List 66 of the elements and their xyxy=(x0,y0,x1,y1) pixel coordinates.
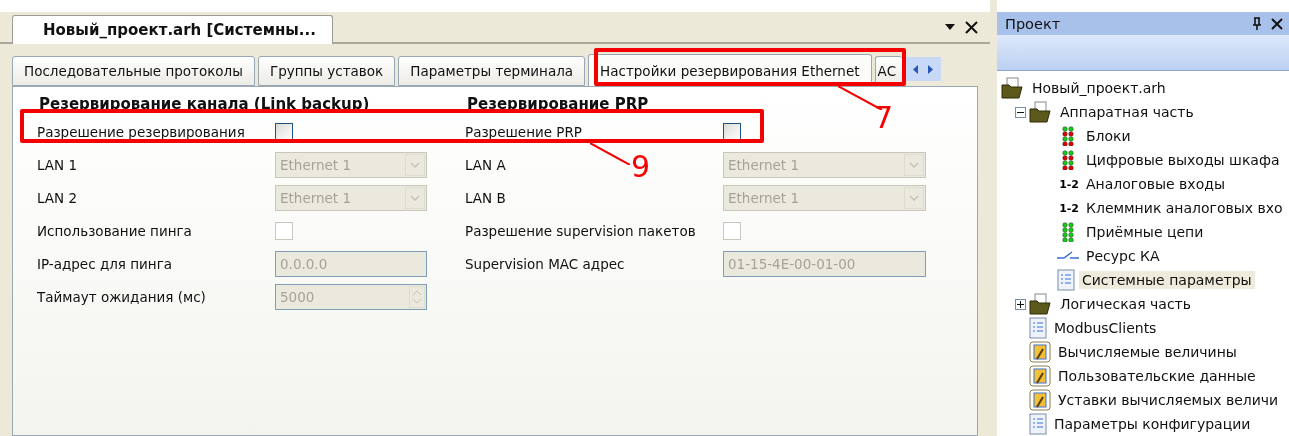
field-label: Supervision MAC адрес xyxy=(465,255,625,272)
leader-line xyxy=(590,143,630,165)
dropdown-arrow-icon[interactable] xyxy=(945,24,955,30)
folder-icon xyxy=(1001,77,1025,99)
field-label: LAN 2 xyxy=(37,189,78,206)
folder-icon xyxy=(1029,101,1053,123)
field-label: LAN B xyxy=(465,189,506,206)
section-heading: Резервирование PRP xyxy=(466,94,649,115)
chevron-down-icon xyxy=(410,194,420,201)
led-grid-icon xyxy=(1062,150,1074,170)
field-label: Разрешение supervision пакетов xyxy=(465,222,696,239)
tree-item[interactable]: ModbusClients xyxy=(1051,319,1160,337)
field-label: Использование пинга xyxy=(37,222,192,239)
panel-title: Проект xyxy=(1005,15,1061,32)
tree-item[interactable]: Аппаратная часть xyxy=(1057,103,1197,121)
tree-item[interactable]: Ресурс КА xyxy=(1083,247,1163,265)
tree-item[interactable]: Пользовательские данные xyxy=(1055,367,1259,385)
tree-item[interactable]: Новый_проект.arh xyxy=(1029,79,1169,97)
led-grid-icon xyxy=(1062,126,1074,146)
tree-item[interactable]: Уставки вычисляемых величи xyxy=(1055,391,1282,409)
pencil-document-icon xyxy=(1029,341,1051,363)
document-icon xyxy=(1029,317,1047,339)
tree-item[interactable]: Аналоговые входы xyxy=(1083,175,1228,193)
pencil-document-icon xyxy=(1029,365,1051,387)
close-icon[interactable] xyxy=(1271,17,1283,30)
section-heading: Резервирование канала (Link backup) xyxy=(38,94,370,115)
field-label: Таймаут ожидания (мс) xyxy=(37,288,206,305)
pin-icon[interactable] xyxy=(1252,17,1262,31)
expand-toggle[interactable] xyxy=(1015,298,1026,310)
close-icon[interactable] xyxy=(965,20,978,34)
plus-icon xyxy=(1017,300,1024,308)
led-grid-icon xyxy=(1062,222,1074,242)
chevron-down-icon xyxy=(909,194,919,201)
pencil-document-icon xyxy=(1029,389,1051,411)
chevron-down-icon xyxy=(410,161,420,168)
field-label: LAN A xyxy=(465,156,506,173)
field-label: LAN 1 xyxy=(37,156,78,173)
tree-item[interactable]: Логическая часть xyxy=(1057,295,1194,313)
scroll-right-icon[interactable] xyxy=(926,64,933,74)
tab[interactable]: Группы уставок xyxy=(257,56,396,86)
tree-item[interactable]: Параметры конфигурации xyxy=(1051,415,1254,433)
field-label: IP-адрес для пинга xyxy=(37,255,173,272)
tab[interactable]: Последовательные протоколы xyxy=(12,56,255,86)
document-icon xyxy=(1029,413,1047,435)
collapse-toggle[interactable] xyxy=(1015,106,1026,118)
tree-item[interactable]: Цифровые выходы шкафа xyxy=(1083,151,1283,169)
tree-item[interactable]: Вычисляемые величины xyxy=(1055,343,1240,361)
tree-item[interactable]: Приёмные цепи xyxy=(1083,223,1207,241)
tab[interactable]: Параметры терминала xyxy=(398,56,586,86)
checkbox[interactable] xyxy=(275,122,293,141)
numbers-icon: 1-2 xyxy=(1057,201,1079,215)
field-label: Разрешение резервирования xyxy=(37,123,245,140)
callout-number: 9 xyxy=(631,149,651,184)
tree-item[interactable]: Клеммник аналоговых вхо xyxy=(1083,199,1286,217)
chevron-down-icon xyxy=(909,161,919,168)
document-tab[interactable]: Новый_проект.arh [Системны... xyxy=(12,15,333,44)
callout-number: 7 xyxy=(874,100,894,135)
folder-icon xyxy=(1029,293,1053,315)
numbers-icon: 1-2 xyxy=(1057,177,1079,191)
switch-icon xyxy=(1057,250,1079,262)
document-icon xyxy=(1057,269,1075,291)
checkbox[interactable] xyxy=(723,122,741,141)
scroll-left-icon[interactable] xyxy=(912,64,919,74)
tree-item[interactable]: Системные параметры xyxy=(1079,271,1255,289)
tree-item[interactable]: Блоки xyxy=(1083,127,1134,145)
field-label: Разрешение PRP xyxy=(465,123,582,140)
